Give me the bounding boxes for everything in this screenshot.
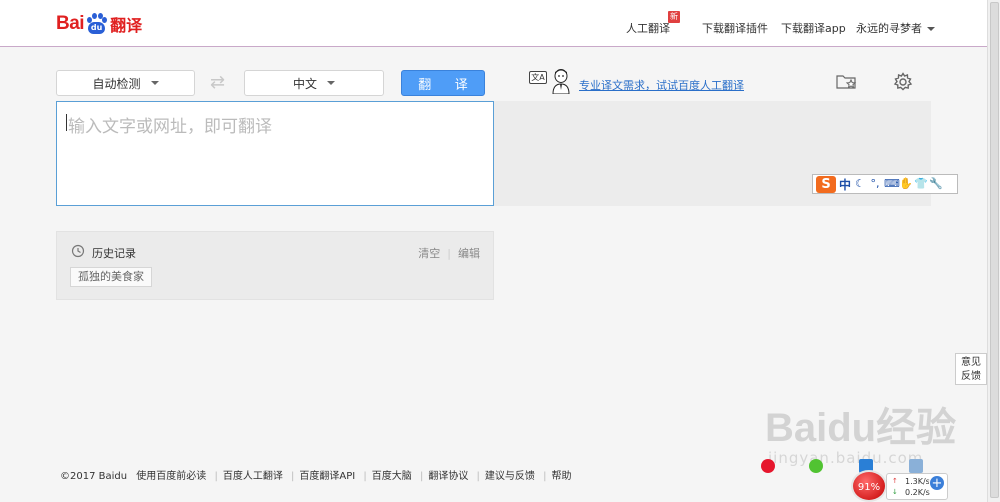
history-clock-icon	[71, 244, 85, 258]
history-edit-link[interactable]: 编辑	[458, 247, 480, 260]
translate-text-icon: 文A	[529, 71, 547, 84]
nav-download-plugin[interactable]: 下载翻译插件	[702, 20, 768, 36]
footer-link-human-translation[interactable]: 百度人工翻译	[223, 471, 283, 482]
input-placeholder: 输入文字或网址，即可翻译	[68, 117, 272, 137]
chevron-down-icon	[927, 27, 935, 31]
history-actions: 清空 | 编辑	[418, 247, 480, 260]
translate-button[interactable]: 翻 译	[401, 70, 485, 96]
new-badge: 新	[668, 11, 680, 23]
chevron-down-icon	[327, 81, 335, 85]
footer-link-agreement[interactable]: 翻译协议	[428, 471, 468, 482]
settings-gear-icon[interactable]	[893, 72, 913, 92]
download-speed: 0.2K/s	[905, 488, 930, 497]
hand-icon[interactable]: ✋	[899, 178, 913, 190]
page-scrollbar[interactable]	[987, 0, 1000, 502]
footer-link-brain[interactable]: 百度大脑	[372, 471, 412, 482]
moon-icon[interactable]: ☾	[854, 178, 866, 190]
ime-chinese-mode[interactable]: 中	[839, 176, 851, 193]
paw-icon: du	[85, 13, 108, 35]
network-speed-ball[interactable]: 91%	[851, 470, 887, 502]
chevron-down-icon	[150, 81, 159, 85]
source-language-select[interactable]: 自动检测	[56, 70, 195, 96]
history-panel: 历史记录 清空 | 编辑 孤独的美食家	[56, 231, 494, 300]
weibo-icon[interactable]	[761, 459, 775, 473]
logo-bai-text: Bai	[56, 13, 85, 34]
wechat-icon[interactable]	[809, 459, 823, 473]
baidu-jingyan-watermark: Baidu经验 jingyan.baidu.com	[765, 395, 957, 467]
history-item[interactable]: 孤独的美食家	[70, 267, 152, 287]
favorites-folder-icon[interactable]	[836, 73, 858, 90]
mail-icon[interactable]	[909, 459, 923, 473]
nav-human-translation[interactable]: 人工翻译	[626, 20, 670, 36]
baidu-translate-logo[interactable]: Bai du 翻译	[56, 12, 142, 36]
footer-link-api[interactable]: 百度翻译API	[299, 471, 355, 482]
nav-download-app[interactable]: 下载翻译app	[781, 20, 846, 36]
punctuation-icon[interactable]: °,	[869, 178, 881, 190]
swap-languages-icon[interactable]: ⇄	[210, 72, 225, 93]
wrench-icon[interactable]: 🔧	[929, 178, 943, 190]
speed-boost-plus-icon[interactable]: +	[929, 475, 945, 491]
human-translation-promo-link[interactable]: 专业译文需求，试试百度人工翻译	[579, 77, 744, 93]
footer-copyright: ©2017 Baidu	[60, 471, 128, 482]
history-title: 历史记录	[92, 247, 136, 260]
nav-user-menu[interactable]: 永远的寻梦者	[856, 20, 935, 36]
feedback-button[interactable]: 意见 反馈	[955, 353, 987, 385]
logo-translate-text: 翻译	[110, 16, 143, 35]
target-language-label: 中文	[292, 76, 317, 91]
translator-avatar-icon	[552, 69, 570, 94]
source-language-label: 自动检测	[92, 76, 141, 91]
watermark-brand: Baidu经验	[765, 406, 957, 450]
sogou-ime-toolbar[interactable]: S 中 ☾ °, ⌨ ✋ 👕 🔧	[812, 174, 958, 194]
sogou-logo-icon[interactable]: S	[816, 175, 836, 193]
watermark-url: jingyan.baidu.com	[768, 449, 924, 467]
keyboard-icon[interactable]: ⌨	[884, 178, 900, 190]
upload-speed: 1.3K/s	[905, 477, 930, 486]
top-header: Bai du 翻译 人工翻译 新 下载翻译插件 下载翻译app 永远的寻梦者	[0, 0, 987, 47]
target-language-select[interactable]: 中文	[244, 70, 384, 96]
text-cursor	[66, 114, 67, 131]
footer-link-help[interactable]: 帮助	[551, 471, 571, 482]
footer-link-read-first[interactable]: 使用百度前必读	[136, 471, 206, 482]
source-text-input[interactable]: 输入文字或网址，即可翻译	[56, 101, 494, 206]
footer-link-feedback[interactable]: 建议与反馈	[485, 471, 535, 482]
user-name: 永远的寻梦者	[856, 22, 922, 35]
scrollbar-thumb[interactable]	[990, 2, 999, 498]
history-clear-link[interactable]: 清空	[418, 247, 440, 260]
skin-shirt-icon[interactable]: 👕	[914, 178, 928, 190]
logo-du-text: du	[88, 22, 106, 34]
page-footer: ©2017 Baidu 使用百度前必读 | 百度人工翻译 | 百度翻译API | 百度…	[60, 471, 572, 482]
